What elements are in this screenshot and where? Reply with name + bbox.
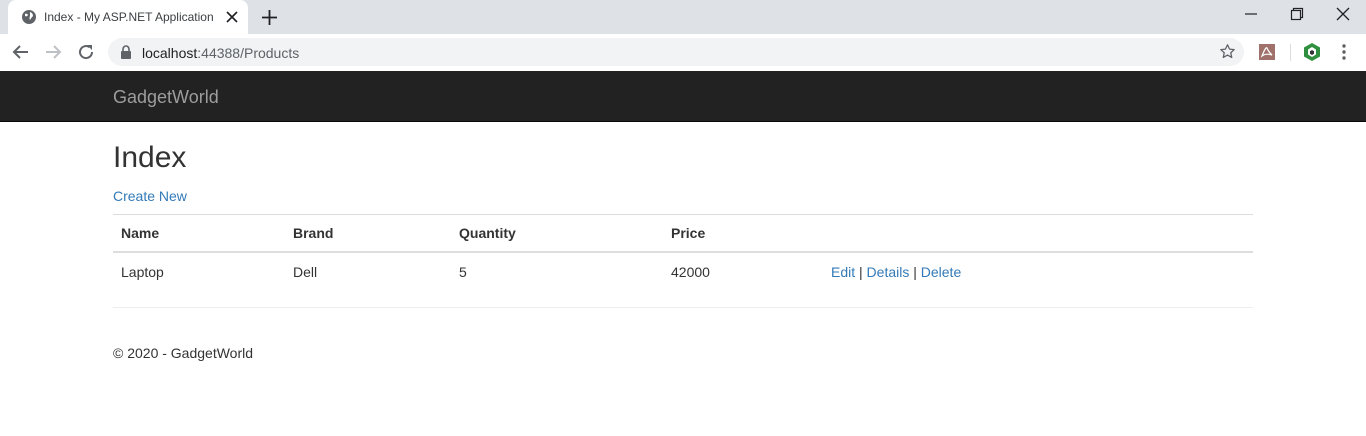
reload-icon[interactable] (77, 43, 95, 61)
back-arrow-icon[interactable] (12, 43, 30, 61)
action-separator: | (859, 263, 863, 280)
address-bar[interactable]: localhost:44388/Products (108, 38, 1244, 66)
close-tab-icon[interactable] (226, 11, 238, 23)
action-separator: | (913, 263, 917, 280)
browser-toolbar: localhost:44388/Products (0, 34, 1366, 72)
products-table: Name Brand Quantity Price Laptop Dell 5 … (113, 214, 1253, 290)
cell-brand: Dell (285, 251, 451, 290)
header-price: Price (663, 214, 823, 253)
footer-divider (113, 307, 1253, 308)
cell-name: Laptop (113, 251, 285, 290)
browser-tab-strip: Index - My ASP.NET Application (0, 0, 1366, 34)
cell-quantity: 5 (451, 251, 663, 290)
table-header-row: Name Brand Quantity Price (113, 214, 1253, 253)
url-text: localhost:44388/Products (142, 45, 299, 61)
pdf-extension-icon[interactable] (1257, 42, 1277, 62)
minimize-icon[interactable] (1244, 7, 1258, 21)
header-quantity: Quantity (451, 214, 663, 253)
lock-icon[interactable] (120, 45, 132, 59)
header-actions (823, 214, 1253, 253)
forward-arrow-icon[interactable] (44, 43, 62, 61)
delete-link[interactable]: Delete (921, 264, 961, 280)
edit-link[interactable]: Edit (831, 264, 855, 280)
url-path: :44388/Products (197, 45, 300, 61)
toolbar-separator (1290, 44, 1291, 61)
kebab-menu-icon[interactable] (1334, 42, 1354, 62)
cell-price: 42000 (663, 251, 823, 290)
extension-hexagon-icon[interactable] (1302, 42, 1322, 62)
create-new-link[interactable]: Create New (113, 188, 187, 204)
brand-link[interactable]: GadgetWorld (113, 87, 219, 108)
main-content: Index Create New Name Brand Quantity Pri… (113, 121, 1253, 361)
header-brand: Brand (285, 214, 451, 253)
globe-icon (22, 10, 36, 24)
app-navbar: GadgetWorld (0, 71, 1366, 122)
cell-actions: Edit | Details | Delete (823, 251, 1253, 290)
restore-icon[interactable] (1290, 7, 1304, 21)
new-tab-plus-icon[interactable] (261, 9, 278, 26)
header-name: Name (113, 214, 285, 253)
table-row: Laptop Dell 5 42000 Edit | Details | Del… (113, 251, 1253, 290)
details-link[interactable]: Details (867, 264, 910, 280)
page-title: Index (113, 141, 187, 174)
browser-tab[interactable]: Index - My ASP.NET Application (8, 0, 248, 34)
footer-text: © 2020 - GadgetWorld (113, 345, 254, 361)
url-host: localhost (142, 45, 198, 61)
window-close-icon[interactable] (1336, 7, 1350, 21)
bookmark-star-icon[interactable] (1219, 43, 1236, 60)
tab-title: Index - My ASP.NET Application (44, 10, 214, 24)
